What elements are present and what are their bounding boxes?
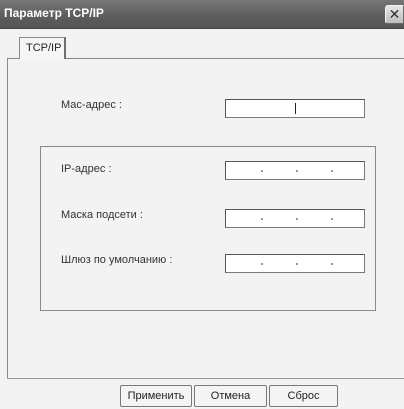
mac-address-label: Мас-адрес : bbox=[61, 99, 122, 111]
close-icon: ✕ bbox=[388, 6, 401, 22]
title-bar: Параметр TCP/IP ✕ bbox=[0, 0, 404, 29]
tab-tcp-ip[interactable]: TCP/IP bbox=[19, 37, 66, 59]
text-caret bbox=[295, 103, 296, 114]
ip-octet-separator bbox=[296, 218, 298, 220]
tab-label: TCP/IP bbox=[26, 42, 62, 54]
mac-address-input[interactable] bbox=[225, 99, 365, 118]
subnet-mask-label: Маска подсети : bbox=[61, 209, 143, 221]
apply-button[interactable]: Применить bbox=[120, 385, 192, 407]
close-button[interactable]: ✕ bbox=[385, 5, 404, 24]
ip-octet-separator bbox=[331, 218, 333, 220]
ip-address-input[interactable] bbox=[225, 161, 365, 180]
ip-octet-separator bbox=[261, 263, 263, 265]
ip-octet-separator bbox=[331, 263, 333, 265]
reset-button[interactable]: Сброс bbox=[269, 385, 338, 407]
default-gateway-input[interactable] bbox=[225, 254, 365, 273]
default-gateway-label: Шлюз по умолчанию : bbox=[61, 254, 173, 266]
ip-octet-separator bbox=[331, 170, 333, 172]
ip-address-label: IP-адрес : bbox=[61, 163, 112, 175]
panel-divider bbox=[7, 378, 404, 379]
ip-octet-separator bbox=[296, 170, 298, 172]
dialog-client-area: TCP/IP Мас-адрес : IP-адрес : Маска подс… bbox=[0, 29, 404, 409]
window-title: Параметр TCP/IP bbox=[4, 6, 104, 20]
ip-octet-separator bbox=[261, 170, 263, 172]
cancel-button[interactable]: Отмена bbox=[194, 385, 267, 407]
ip-octet-separator bbox=[296, 263, 298, 265]
ip-octet-separator bbox=[261, 218, 263, 220]
subnet-mask-input[interactable] bbox=[225, 209, 365, 228]
